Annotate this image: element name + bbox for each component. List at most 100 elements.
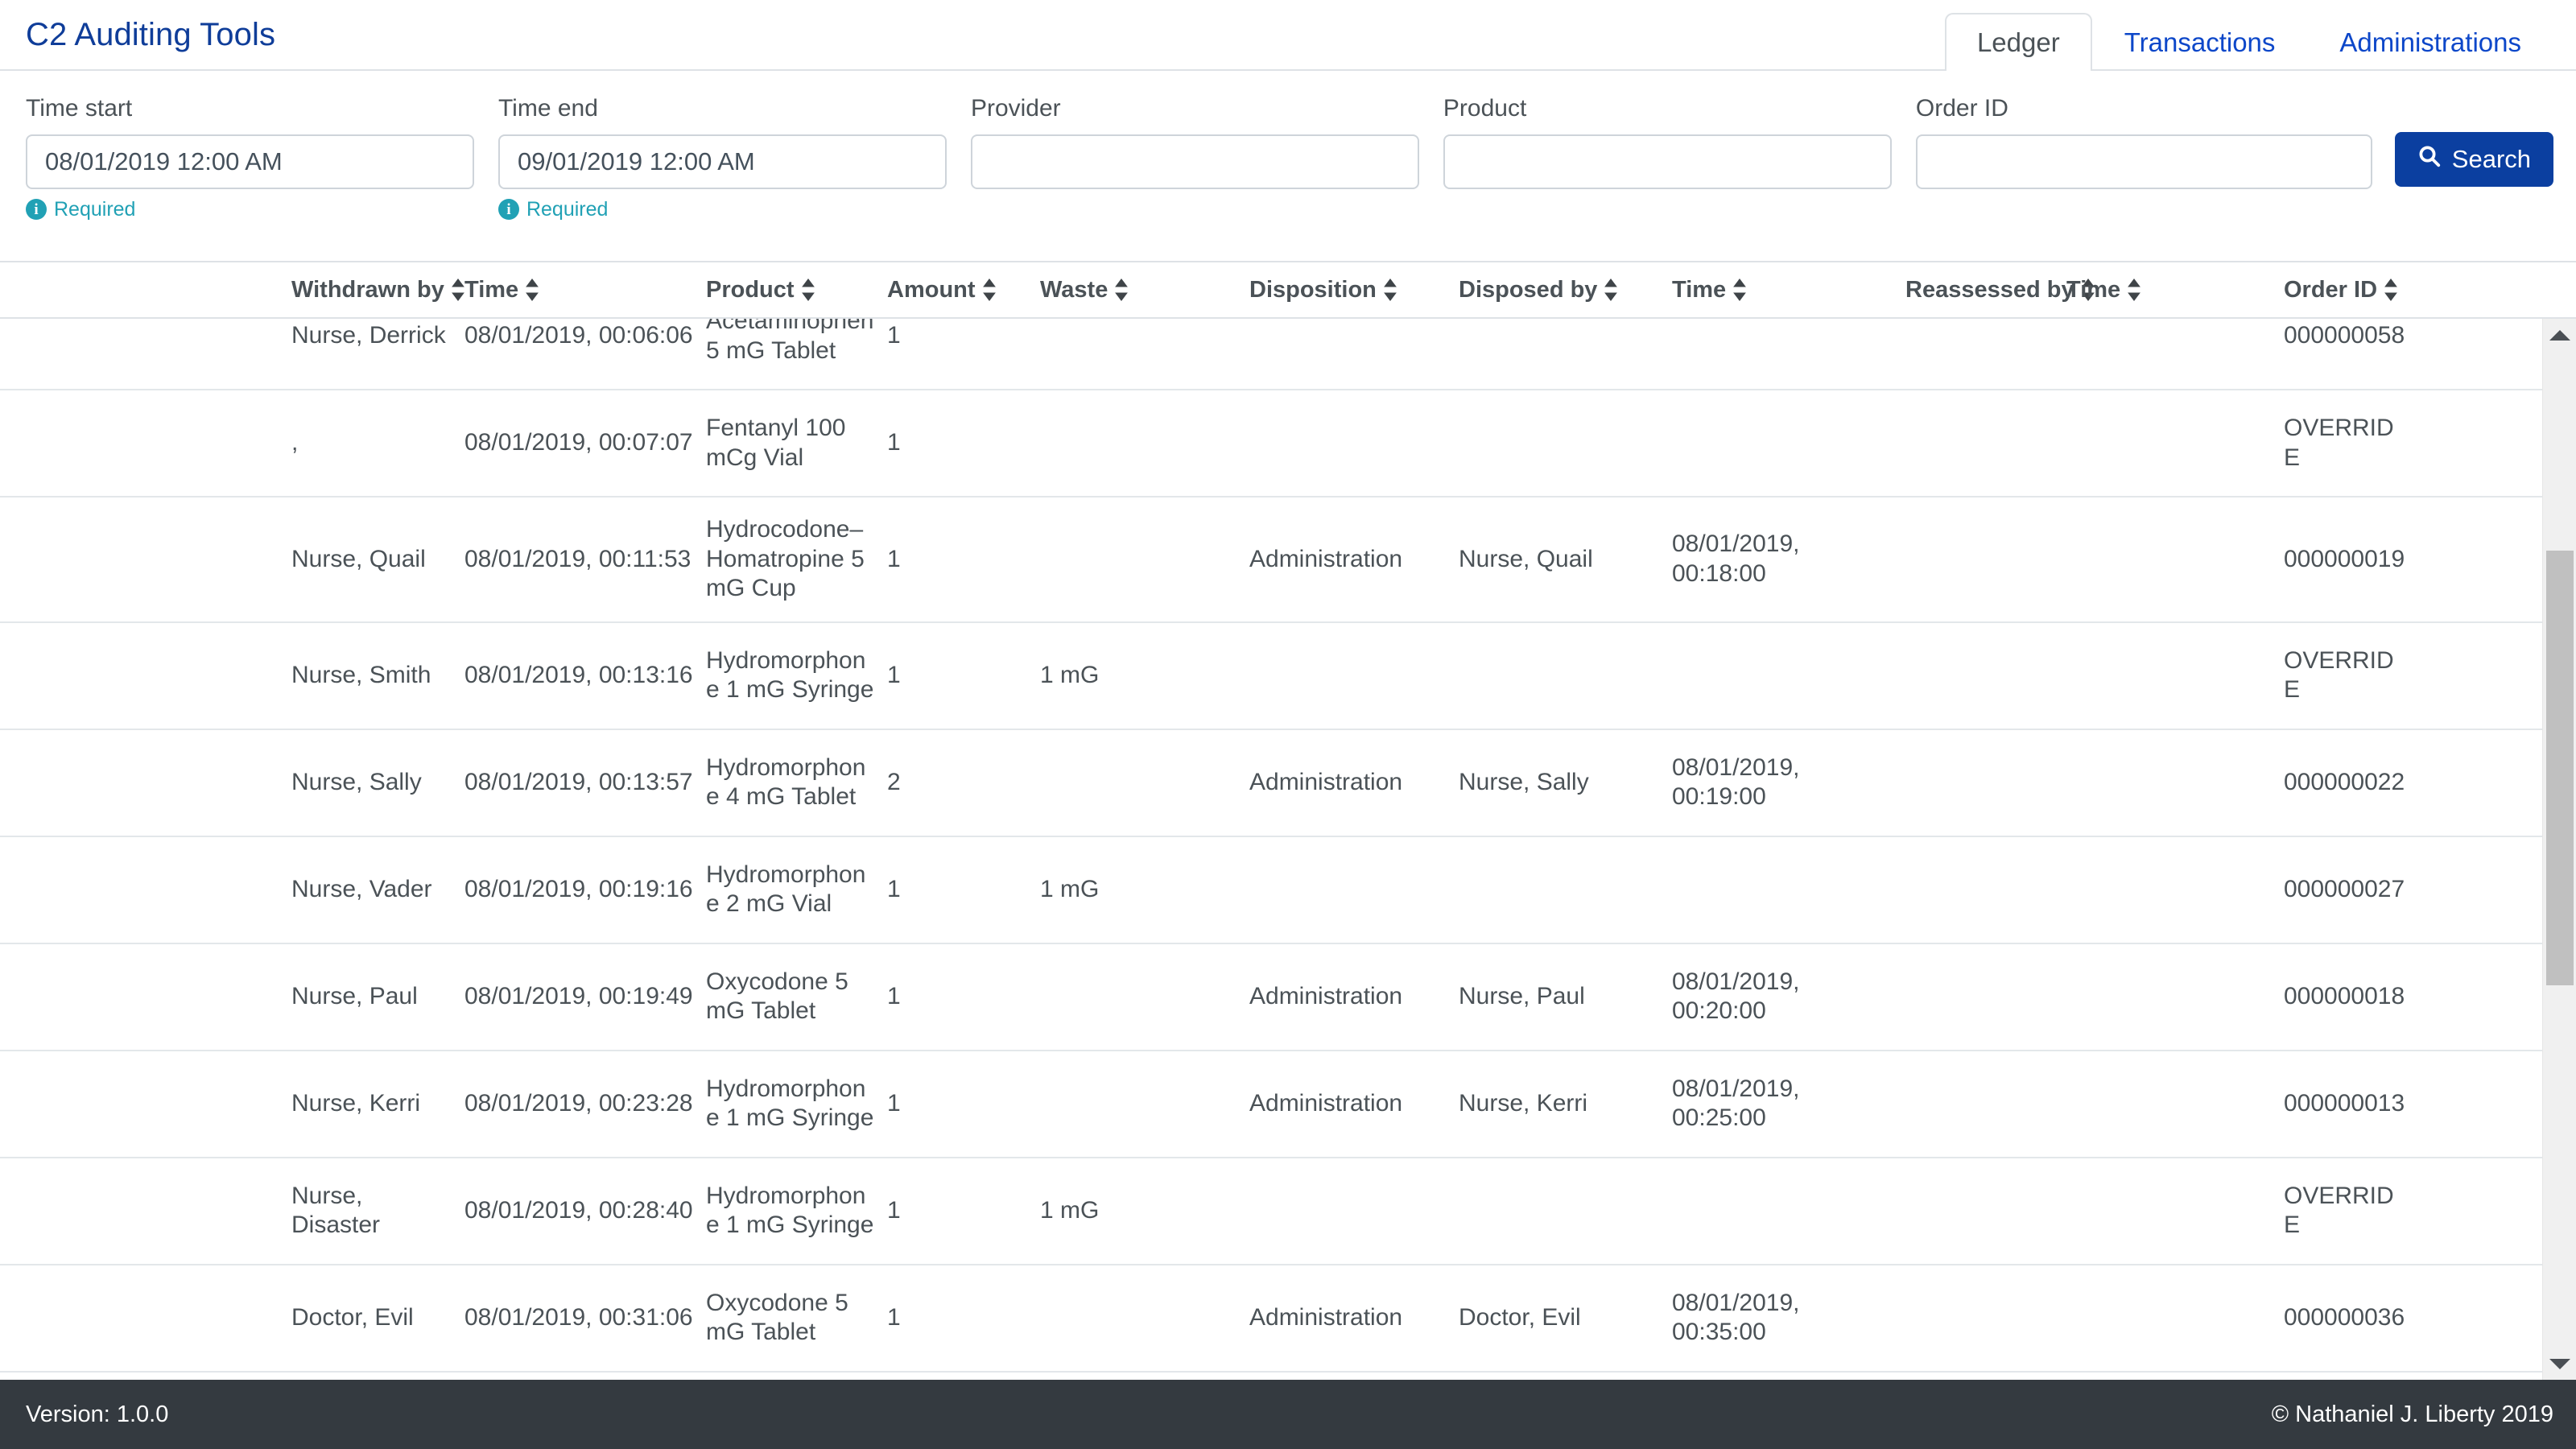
table-row[interactable]: Nurse, Vader 08/01/2019, 00:19:16 Hydromor… — [0, 836, 2542, 944]
cell-disposed-time — [1672, 872, 1905, 907]
product-label: Product — [1443, 95, 1527, 122]
table-row[interactable]: Nurse, Paul 08/01/2019, 00:19:49 Oxycodone… — [0, 943, 2542, 1051]
vertical-scrollbar[interactable] — [2542, 319, 2576, 1380]
column-header-label: Waste — [1040, 276, 1108, 303]
table-row[interactable]: Nurse, Derrick 08/01/2019, 00:06:06 Acetam… — [0, 319, 2542, 390]
search-button[interactable]: Search — [2394, 132, 2554, 187]
table-row[interactable]: Doctor, Evil 08/01/2019, 00:31:06 Oxycodon… — [0, 1265, 2542, 1373]
chevron-down-icon — [2549, 1358, 2570, 1369]
column-header-time-7[interactable]: Time — [1672, 262, 1905, 317]
column-header-order-id-10[interactable]: Order ID — [2284, 262, 2421, 317]
cell-waste — [1040, 542, 1249, 577]
row-spacer — [26, 1086, 291, 1121]
cell-time: 08/01/2019, 00:13:57 — [464, 768, 693, 795]
time-end-hint-text: Required — [526, 197, 609, 221]
cell-disposition — [1249, 426, 1459, 461]
cell-time: 08/01/2019, 00:28:40 — [464, 1196, 693, 1224]
row-spacer — [26, 542, 291, 577]
cell-amount: 1 — [887, 661, 901, 688]
sort-updown-icon — [1114, 279, 1129, 301]
cell-product: Hydromorphone 2 mG Vial — [706, 861, 866, 918]
cell-amount: 1 — [887, 875, 901, 902]
cell-disposition: Administration — [1249, 982, 1403, 1009]
sort-updown-icon — [451, 279, 465, 301]
tab-label: Transactions — [2124, 27, 2276, 57]
app-root: C2 Auditing Tools Ledger Transactions Admi… — [0, 0, 2576, 1449]
table-row[interactable]: , 08/01/2019, 00:07:07 Fentanyl 100 mCg Vi… — [0, 390, 2542, 497]
sort-updown-icon — [801, 279, 815, 301]
column-header-product-2[interactable]: Product — [706, 262, 887, 317]
sort-updown-icon — [1383, 279, 1397, 301]
tab-administrations[interactable]: Administrations — [2307, 13, 2553, 71]
cell-amount: 1 — [887, 982, 901, 1009]
cell-reassessed-by — [1905, 542, 2066, 577]
time-start-required-hint: i Required — [26, 199, 474, 220]
cell-reassessed-by — [1905, 658, 2066, 693]
cell-waste: 1 mG — [1040, 875, 1100, 902]
cell-order-id: OVERRIDE — [2284, 646, 2394, 704]
cell-product: Oxycodone 5 mG Tablet — [706, 968, 848, 1025]
cell-reassessed-by — [1905, 1086, 2066, 1121]
column-header-disposition-5[interactable]: Disposition — [1249, 262, 1459, 317]
table-row[interactable]: Nurse, Sally 08/01/2019, 00:13:57 Hydromor… — [0, 729, 2542, 837]
provider-input[interactable] — [970, 134, 1419, 189]
column-header-time-1[interactable]: Time — [464, 262, 706, 317]
time-end-input[interactable] — [497, 134, 947, 189]
scrollbar-thumb[interactable] — [2546, 551, 2574, 985]
table-row[interactable]: Nurse, Quail 08/01/2019, 00:11:53 Hydrocod… — [0, 497, 2542, 623]
table-row[interactable]: Nurse, Kerri 08/01/2019, 00:23:28 Hydromor… — [0, 1051, 2542, 1158]
tab-ledger[interactable]: Ledger — [1944, 13, 2092, 72]
field-order-id: Order ID — [1915, 95, 2372, 189]
order-id-input[interactable] — [1915, 134, 2372, 189]
cell-order-id: 000000036 — [2284, 1303, 2405, 1331]
cell-disposed-by — [1459, 319, 1672, 354]
sort-updown-icon — [2127, 279, 2141, 301]
scroll-down-button[interactable] — [2543, 1348, 2576, 1380]
column-header-withdrawn-by-0[interactable]: Withdrawn by — [291, 262, 464, 317]
cell-disposed-by — [1459, 1193, 1672, 1228]
column-header-label: Reassessed by — [1905, 276, 2074, 303]
cell-amount: 1 — [887, 545, 901, 572]
cell-withdrawn-by: Nurse, Quail — [291, 545, 426, 572]
cell-time: 08/01/2019, 00:19:49 — [464, 982, 693, 1009]
field-time-start: Time start i Required — [26, 95, 474, 220]
cell-time: 08/01/2019, 00:19:16 — [464, 875, 693, 902]
cell-product: Fentanyl 100 mCg Vial — [706, 414, 846, 471]
tab-transactions[interactable]: Transactions — [2092, 13, 2308, 71]
cell-reassessed-by — [1905, 979, 2066, 1014]
table-row[interactable]: Nurse, Smith 08/01/2019, 00:13:16 Hydromor… — [0, 622, 2542, 730]
column-header-disposed-by-6[interactable]: Disposed by — [1459, 262, 1672, 317]
product-input[interactable] — [1443, 134, 1892, 189]
cell-product: Hydromorphone 1 mG Syringe — [706, 1182, 874, 1239]
cell-waste — [1040, 765, 1249, 800]
scroll-up-button[interactable] — [2543, 319, 2576, 351]
cell-reassessed-by — [1905, 765, 2066, 800]
cell-reassessed-time — [2066, 979, 2284, 1014]
cell-disposition: Administration — [1249, 768, 1403, 795]
cell-reassessed-time — [2066, 1193, 2284, 1228]
column-header-amount-3[interactable]: Amount — [887, 262, 1040, 317]
row-spacer — [26, 979, 291, 1014]
cell-disposition — [1249, 1193, 1459, 1228]
search-icon — [2417, 144, 2442, 175]
sort-updown-icon — [1604, 279, 1618, 301]
table-row[interactable]: Nurse, Disaster 08/01/2019, 00:28:40 Hydro… — [0, 1158, 2542, 1265]
cell-reassessed-by — [1905, 1300, 2066, 1335]
column-header-time-9[interactable]: Time — [2066, 262, 2284, 317]
column-header-reassessed-by-8[interactable]: Reassessed by — [1905, 262, 2095, 317]
tab-label: Ledger — [1976, 27, 2060, 57]
cell-withdrawn-by: Nurse, Sally — [291, 768, 422, 795]
cell-reassessed-by — [1905, 426, 2066, 461]
app-header: C2 Auditing Tools Ledger Transactions Admi… — [0, 0, 2576, 72]
cell-order-id: 000000018 — [2284, 982, 2405, 1009]
column-header-label: Disposition — [1249, 276, 1377, 303]
cell-withdrawn-by: Nurse, Disaster — [291, 1182, 381, 1239]
chevron-up-icon — [2549, 329, 2570, 341]
column-header-waste-4[interactable]: Waste — [1040, 262, 1249, 317]
cell-disposed-by: Doctor, Evil — [1459, 1303, 1581, 1331]
cell-waste — [1040, 1086, 1249, 1121]
cell-waste: 1 mG — [1040, 1196, 1100, 1224]
cell-waste — [1040, 426, 1249, 461]
time-start-input[interactable] — [26, 134, 474, 189]
table-header: Withdrawn by Time Product Amount Waste Dispos… — [0, 261, 2576, 319]
